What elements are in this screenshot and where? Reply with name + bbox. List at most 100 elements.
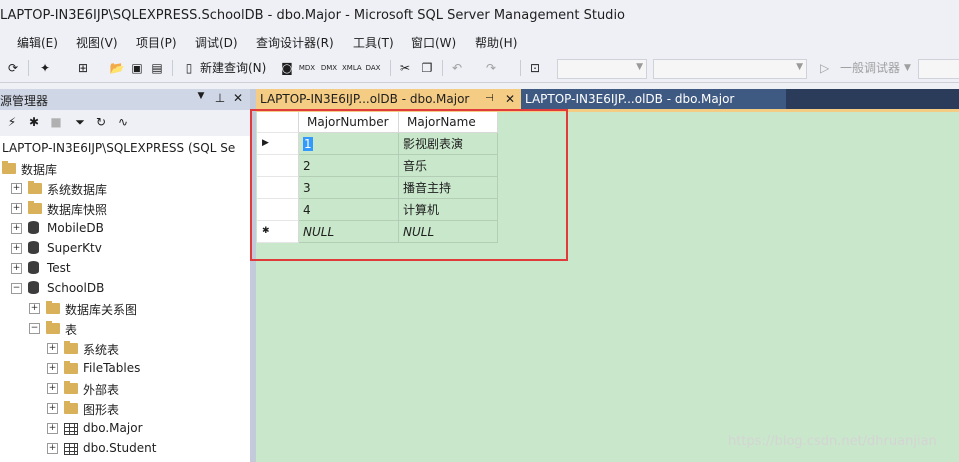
toolbar: ⟳ ✦ ⊞ 📂 ▣ ▤ ▯ 新建查询(N) ◙ MDX DMX XMLA DAX…: [0, 54, 959, 83]
tree-item-label: dbo.Student: [83, 441, 157, 455]
collapse-icon[interactable]: −: [11, 283, 22, 294]
toolbar-separator: [172, 60, 173, 76]
tree-item[interactable]: + dbo.Student: [0, 438, 250, 458]
tree-item[interactable]: 数据库: [0, 158, 250, 178]
xmla-query-icon[interactable]: XMLA: [342, 59, 362, 77]
table-icon: [64, 443, 78, 455]
tab-label: LAPTOP-IN3E6IJP...olDB - dbo.Major: [260, 92, 470, 106]
new-query-icon[interactable]: ▯: [180, 59, 198, 77]
pin-icon[interactable]: ⊥: [213, 91, 227, 105]
tree-item-label: 数据库快照: [47, 203, 108, 217]
tree-item-label: 系统数据库: [47, 183, 108, 197]
cut-icon[interactable]: ✂: [396, 59, 414, 77]
new-project-icon[interactable]: ✦: [36, 59, 54, 77]
platform-dropdown[interactable]: ▼: [653, 59, 807, 79]
copy-icon[interactable]: ❐: [418, 59, 436, 77]
mdx-query-icon[interactable]: MDX: [298, 59, 316, 77]
expand-icon[interactable]: +: [47, 443, 58, 454]
expand-icon[interactable]: +: [11, 223, 22, 234]
solution-dropdown[interactable]: [918, 59, 959, 79]
folder-icon: [64, 381, 78, 394]
analysis-query-icon[interactable]: ◙: [278, 59, 296, 77]
tree-item[interactable]: + 数据库关系图: [0, 298, 250, 318]
configuration-dropdown[interactable]: ▼: [557, 59, 647, 79]
tree-item[interactable]: LAPTOP-IN3E6IJP\SQLEXPRESS (SQL Se: [0, 138, 250, 158]
add-item-icon[interactable]: ⊞: [74, 59, 92, 77]
close-icon[interactable]: ✕: [231, 91, 245, 105]
menu-project[interactable]: 项目(P): [136, 34, 177, 51]
window-title: LAPTOP-IN3E6IJP\SQLEXPRESS.SchoolDB - db…: [0, 8, 626, 23]
tree-item[interactable]: + 系统数据库: [0, 178, 250, 198]
expand-icon[interactable]: +: [47, 363, 58, 374]
pin-icon[interactable]: ⊣: [485, 89, 494, 109]
database-icon: [28, 281, 39, 294]
tree-item[interactable]: + SuperKtv: [0, 238, 250, 258]
menu-help[interactable]: 帮助(H): [475, 34, 517, 51]
dax-query-icon[interactable]: DAX: [364, 59, 382, 77]
save-all-icon[interactable]: ▤: [148, 59, 166, 77]
folder-icon: [64, 361, 78, 374]
expand-icon[interactable]: +: [11, 203, 22, 214]
expand-icon[interactable]: +: [47, 423, 58, 434]
folder-icon: [28, 181, 42, 194]
activity-monitor-icon[interactable]: ∿: [115, 115, 131, 129]
close-icon[interactable]: ✕: [505, 89, 515, 109]
tree-item[interactable]: − 表: [0, 318, 250, 338]
dmx-query-icon[interactable]: DMX: [320, 59, 338, 77]
expand-icon[interactable]: +: [11, 243, 22, 254]
stop-icon[interactable]: ■: [48, 115, 64, 129]
expand-icon[interactable]: +: [47, 343, 58, 354]
tree-item-label: 图形表: [83, 403, 120, 417]
tab-dbo-major-active[interactable]: LAPTOP-IN3E6IJP...olDB - dbo.Major ⊣ ✕: [256, 89, 521, 109]
properties-icon[interactable]: ⊡: [526, 59, 544, 77]
open-file-icon[interactable]: 📂: [108, 59, 126, 77]
tree-item-label: MobileDB: [47, 221, 104, 235]
toolbar-separator: [390, 60, 391, 76]
folder-icon: [28, 201, 42, 214]
expand-icon[interactable]: +: [11, 183, 22, 194]
expand-icon[interactable]: +: [47, 383, 58, 394]
tree-item-label: 外部表: [83, 383, 120, 397]
expand-icon[interactable]: +: [29, 303, 40, 314]
tree-item-label: LAPTOP-IN3E6IJP\SQLEXPRESS (SQL Se: [2, 141, 236, 155]
tree-item[interactable]: + Test: [0, 258, 250, 278]
tree-item-label: 数据库: [21, 163, 58, 177]
menu-edit[interactable]: 编辑(E): [17, 34, 58, 51]
forward-icon[interactable]: ⟳: [4, 59, 22, 77]
folder-icon: [64, 341, 78, 354]
watermark: https://blog.csdn.net/dhruanjian: [728, 434, 937, 449]
redo-icon[interactable]: ↷: [482, 59, 500, 77]
tree-item[interactable]: + 外部表: [0, 378, 250, 398]
debugger-button[interactable]: 一般调试器: [840, 59, 900, 77]
tree-item[interactable]: + FileTables: [0, 358, 250, 378]
filter-icon[interactable]: ⏷: [72, 115, 88, 130]
tree-item[interactable]: + dbo.Major: [0, 418, 250, 438]
new-query-button[interactable]: 新建查询(N): [200, 59, 266, 77]
tree-item[interactable]: + 图形表: [0, 398, 250, 418]
menu-view[interactable]: 视图(V): [76, 34, 118, 51]
tree-item[interactable]: + 数据库快照: [0, 198, 250, 218]
collapse-icon[interactable]: −: [29, 323, 40, 334]
expand-icon[interactable]: +: [11, 263, 22, 274]
disconnect-icon[interactable]: ✱: [26, 115, 42, 129]
debugger-play-icon[interactable]: ▷: [820, 59, 829, 77]
folder-icon: [46, 301, 60, 314]
save-icon[interactable]: ▣: [128, 59, 146, 77]
window-position-icon[interactable]: ▼: [194, 91, 208, 101]
menu-tools[interactable]: 工具(T): [353, 34, 394, 51]
menu-window[interactable]: 窗口(W): [411, 34, 456, 51]
menu-debug[interactable]: 调试(D): [195, 34, 238, 51]
tree-item[interactable]: − SchoolDB: [0, 278, 250, 298]
undo-icon[interactable]: ↶: [448, 59, 466, 77]
tab-dbo-major[interactable]: LAPTOP-IN3E6IJP...olDB - dbo.Major: [521, 89, 786, 109]
tree-item-label: FileTables: [83, 361, 141, 375]
chevron-down-icon[interactable]: ▼: [904, 59, 911, 77]
tree-item[interactable]: + MobileDB: [0, 218, 250, 238]
connect-icon[interactable]: ⚡: [4, 115, 20, 129]
expand-icon[interactable]: +: [47, 403, 58, 414]
document-tab-strip: LAPTOP-IN3E6IJP...olDB - dbo.Major ⊣ ✕ L…: [256, 89, 959, 109]
refresh-icon[interactable]: ↻: [93, 115, 109, 129]
database-icon: [28, 221, 39, 234]
menu-query-designer[interactable]: 查询设计器(R): [256, 34, 334, 51]
tree-item[interactable]: + 系统表: [0, 338, 250, 358]
